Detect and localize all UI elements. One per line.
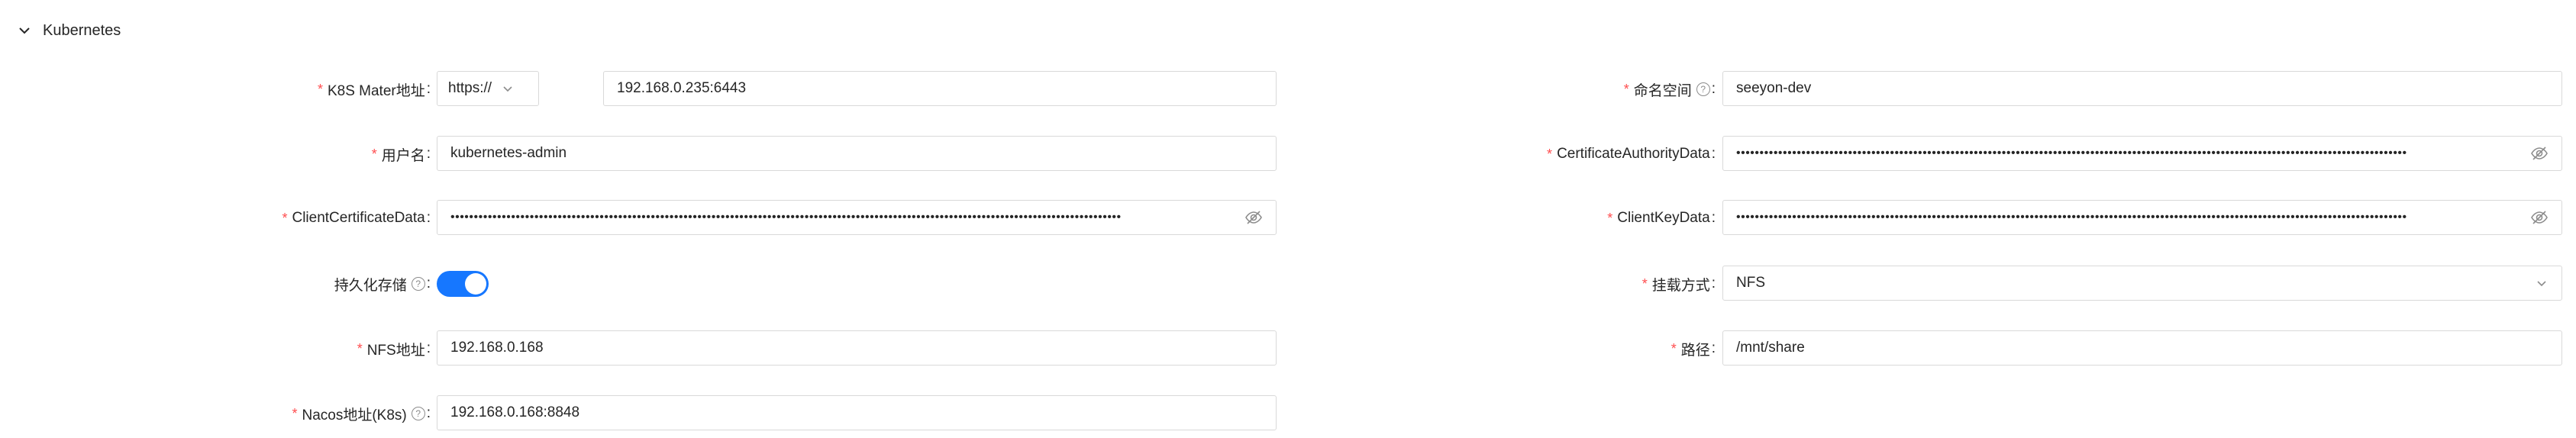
- path-input[interactable]: /mnt/share: [1722, 330, 2562, 366]
- client-cert-label: * ClientCertificateData:: [282, 210, 431, 226]
- nfs-label-wrap: * NFS地址:: [0, 330, 431, 367]
- toggle-knob: [465, 273, 486, 295]
- username-input[interactable]: kubernetes-admin: [437, 136, 1277, 171]
- client-key-input[interactable]: ••••••••••••••••••••••••••••••••••••••••…: [1722, 200, 2562, 235]
- mount-label-wrap: * 挂载方式:: [1298, 266, 1716, 302]
- master-label-wrap: * K8S Mater地址:: [0, 71, 431, 108]
- client-cert-label-wrap: * ClientCertificateData:: [0, 200, 431, 237]
- question-circle-icon[interactable]: ?: [411, 407, 425, 420]
- client-key-masked-value: ••••••••••••••••••••••••••••••••••••••••…: [1736, 211, 2407, 224]
- section-header-kubernetes[interactable]: Kubernetes: [17, 17, 121, 44]
- master-address-input[interactable]: 192.168.0.235:6443: [603, 71, 1277, 106]
- username-label-text: 用户名: [381, 147, 425, 164]
- namespace-label: * 命名空间 ?:: [1624, 71, 1716, 108]
- path-value: /mnt/share: [1736, 340, 1805, 356]
- namespace-label-wrap: * 命名空间 ?:: [1298, 71, 1716, 108]
- nacos-address-value: 192.168.0.168:8848: [450, 404, 580, 420]
- nacos-address-input[interactable]: 192.168.0.168:8848: [437, 395, 1277, 430]
- nacos-label-text: Nacos地址(K8s): [302, 407, 407, 424]
- protocol-value: https://: [448, 80, 492, 96]
- required-mark: *: [317, 81, 323, 97]
- master-address-value: 192.168.0.235:6443: [617, 80, 747, 96]
- master-label-text: K8S Mater地址: [327, 82, 425, 99]
- protocol-select[interactable]: https://: [437, 71, 539, 106]
- persistence-label-wrap: 持久化存储 ?:: [0, 266, 431, 302]
- persistence-label-text: 持久化存储: [334, 277, 407, 294]
- chevron-down-icon: [19, 27, 30, 34]
- required-mark: *: [371, 146, 377, 162]
- persistence-label: 持久化存储 ?:: [334, 266, 431, 302]
- client-key-label-text: ClientKeyData: [1617, 210, 1710, 226]
- username-value: kubernetes-admin: [450, 145, 567, 161]
- namespace-value: seeyon-dev: [1736, 80, 1812, 96]
- client-cert-label-text: ClientCertificateData: [292, 210, 425, 226]
- required-mark: *: [1607, 210, 1613, 226]
- nfs-address-input[interactable]: 192.168.0.168: [437, 330, 1277, 366]
- namespace-label-text: 命名空间: [1633, 82, 1692, 99]
- eye-invisible-icon[interactable]: [1244, 208, 1263, 227]
- required-mark: *: [1671, 340, 1677, 356]
- username-label: * 用户名:: [372, 136, 431, 172]
- question-circle-icon[interactable]: ?: [411, 277, 425, 291]
- required-mark: *: [282, 210, 288, 226]
- ca-data-input[interactable]: ••••••••••••••••••••••••••••••••••••••••…: [1722, 136, 2562, 171]
- nfs-label-text: NFS地址: [366, 342, 425, 359]
- path-label: * 路径:: [1671, 330, 1716, 367]
- path-label-wrap: * 路径:: [1298, 330, 1716, 367]
- eye-invisible-icon[interactable]: [2530, 208, 2549, 227]
- mount-type-value: NFS: [1736, 275, 1765, 291]
- mount-label-text: 挂载方式: [1651, 277, 1710, 294]
- username-label-wrap: * 用户名:: [0, 136, 431, 172]
- chevron-down-icon: [2537, 281, 2546, 287]
- mount-label: * 挂载方式:: [1642, 266, 1716, 302]
- ca-data-label-text: CertificateAuthorityData: [1557, 146, 1710, 162]
- required-mark: *: [1623, 81, 1629, 97]
- chevron-down-icon: [503, 86, 512, 92]
- mount-type-select[interactable]: NFS: [1722, 266, 2562, 301]
- required-mark: *: [1641, 275, 1648, 291]
- path-label-text: 路径: [1680, 342, 1710, 359]
- eye-invisible-icon[interactable]: [2530, 144, 2549, 163]
- required-mark: *: [357, 340, 363, 356]
- ca-data-masked-value: ••••••••••••••••••••••••••••••••••••••••…: [1736, 147, 2407, 159]
- client-cert-input[interactable]: ••••••••••••••••••••••••••••••••••••••••…: [437, 200, 1277, 235]
- client-cert-masked-value: ••••••••••••••••••••••••••••••••••••••••…: [450, 211, 1122, 224]
- persistence-toggle[interactable]: [437, 271, 489, 297]
- nfs-address-value: 192.168.0.168: [450, 340, 544, 356]
- nacos-label-wrap: * Nacos地址(K8s) ?:: [0, 395, 431, 432]
- nfs-label: * NFS地址:: [357, 330, 431, 367]
- client-key-label: * ClientKeyData:: [1607, 210, 1716, 226]
- namespace-input[interactable]: seeyon-dev: [1722, 71, 2562, 106]
- question-circle-icon[interactable]: ?: [1696, 82, 1710, 96]
- required-mark: *: [1547, 146, 1553, 162]
- required-mark: *: [292, 405, 298, 421]
- client-key-label-wrap: * ClientKeyData:: [1298, 200, 1716, 237]
- section-title: Kubernetes: [43, 21, 121, 39]
- ca-data-label-wrap: * CertificateAuthorityData:: [1298, 136, 1716, 172]
- nacos-label: * Nacos地址(K8s) ?:: [292, 395, 431, 432]
- master-label: * K8S Mater地址:: [318, 71, 431, 108]
- ca-data-label: * CertificateAuthorityData:: [1547, 146, 1716, 162]
